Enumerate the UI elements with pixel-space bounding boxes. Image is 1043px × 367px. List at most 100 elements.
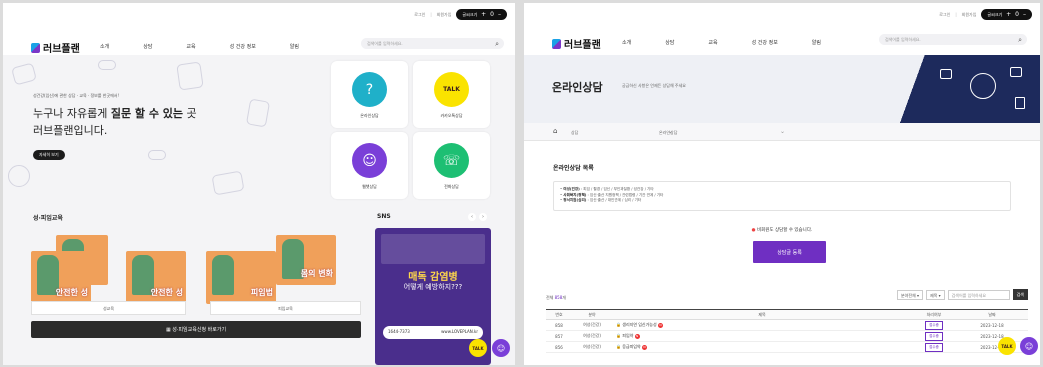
edu-section-title: 성·피임교육 bbox=[33, 215, 63, 222]
webchat-counsel-card[interactable]: ☺ 웹챗상담 bbox=[331, 132, 408, 199]
question-chat-icon: ? bbox=[352, 72, 387, 107]
headset-icon bbox=[970, 73, 996, 99]
nav-about[interactable]: 소개 bbox=[100, 43, 109, 50]
new-badge-icon: N bbox=[634, 333, 640, 339]
font-minus-button-2[interactable]: – bbox=[1023, 11, 1026, 18]
phone-counsel-card[interactable]: ☏ 전화상담 bbox=[413, 132, 490, 199]
nav-notice[interactable]: 알림 bbox=[290, 43, 299, 50]
search-input-2[interactable]: 검색어를 입력하세요. ⌕ bbox=[879, 34, 1027, 45]
lock-icon: 🔒 bbox=[616, 344, 621, 349]
main-nav: 소개 상담 교육 성 건강 정보 알림 bbox=[100, 43, 299, 50]
list-search-input[interactable]: 검색어를 입력하세요 bbox=[947, 289, 1010, 300]
hero-headline: 누구나 자유롭게 질문 할 수 있는 곳 러브플랜입니다. bbox=[33, 107, 197, 137]
join-link[interactable]: 회원가입 bbox=[437, 12, 452, 18]
chat-doodle-icon-2 bbox=[211, 170, 245, 196]
kakaotalk-float-button[interactable]: TALK bbox=[469, 339, 487, 357]
font-minus-button[interactable]: – bbox=[498, 11, 501, 18]
main-nav-2: 소개 상담 교육 성 건강 정보 알림 bbox=[622, 39, 821, 46]
lower-section: 성·피임교육 안전한 성 안전한 성 몸의 변화 피임법 성교육 피임교육 ▦ … bbox=[3, 203, 515, 365]
lock-icon: 🔒 bbox=[616, 333, 621, 338]
banner-illustration bbox=[900, 55, 1040, 123]
font-size-control-2: 글씨크기 + 0 – bbox=[981, 9, 1032, 20]
nav-counsel-2[interactable]: 상담 bbox=[665, 39, 674, 46]
chatbot-float-icon-2[interactable]: ☺ bbox=[1020, 337, 1038, 355]
kakaotalk-float-button-2[interactable]: TALK bbox=[998, 337, 1016, 355]
person-illustration-icon bbox=[212, 255, 234, 295]
font-reset-button-2[interactable]: 0 bbox=[1015, 11, 1019, 18]
contraception-education-label[interactable]: 피임교육 bbox=[210, 301, 361, 315]
status-badge: 접수중 bbox=[925, 331, 943, 341]
login-link[interactable]: 로그인 bbox=[414, 12, 425, 18]
nav-education[interactable]: 교육 bbox=[186, 43, 195, 50]
status-badge: 접수중 bbox=[925, 320, 943, 330]
table-row[interactable]: 858 여성(건강) 🔒 생리지연 임신가능성 N 접수중 2023-12-18 bbox=[546, 319, 1028, 331]
home-page-window: 로그인 | 회원가입 글씨크기 + 0 – 러브플랜 소개 상담 교육 성 건강… bbox=[3, 3, 515, 365]
utility-bar-2: 로그인 | 회원가입 글씨크기 + 0 – bbox=[939, 9, 1032, 20]
logo-mark-icon bbox=[552, 38, 561, 49]
pill-doodle-icon bbox=[98, 60, 116, 70]
category-info-box: • 여성(건강) : 피임 / 월경 / 임신 / 부인과질환 / 성건강 / … bbox=[553, 181, 1011, 211]
kakaotalk-counsel-card[interactable]: TALK 카카오톡상담 bbox=[413, 61, 490, 128]
search-input[interactable]: 검색어를 입력하세요. ⌕ bbox=[361, 38, 504, 49]
list-title: 온라인상담 목록 bbox=[553, 165, 594, 172]
search-icon[interactable]: ⌕ bbox=[1018, 36, 1022, 45]
phone-icon: ☏ bbox=[434, 143, 469, 178]
at-doodle-icon bbox=[8, 165, 30, 187]
category-select[interactable]: 분야전체 ▾ bbox=[896, 289, 923, 300]
table-row[interactable]: 856 여성(건강) 🔒 응급피임약 N 접수중 2023-12-17 bbox=[546, 341, 1028, 353]
nav-about-2[interactable]: 소개 bbox=[622, 39, 631, 46]
site-logo-2[interactable]: 러브플랜 bbox=[552, 36, 601, 51]
new-badge-icon: N bbox=[641, 344, 647, 350]
page-title: 온라인상담 bbox=[552, 81, 603, 94]
edu-books: 안전한 성 안전한 성 몸의 변화 피임법 bbox=[31, 233, 361, 304]
chat-bubble-icon bbox=[940, 69, 952, 79]
total-count: 전체 858개 bbox=[546, 295, 566, 300]
logo-mark-icon bbox=[31, 42, 40, 53]
table-row[interactable]: 857 여성(건강) 🔒 피임약 N 접수중 2023-12-18 bbox=[546, 330, 1028, 342]
page-banner: 온라인상담 궁금하신 사항은 언제든 상담해 주세요 bbox=[524, 55, 1040, 123]
new-badge-icon: N bbox=[657, 322, 663, 328]
chatbot-float-icon[interactable]: ☺ bbox=[492, 339, 510, 357]
breadcrumb-counsel[interactable]: 상담 bbox=[571, 130, 578, 136]
hero-subtitle: 성건강(임신)에 관한 상담 · 교육 · 정보를 한곳에서! bbox=[33, 93, 120, 98]
smile-chat-icon: ☺ bbox=[352, 143, 387, 178]
more-button[interactable]: 자세히 보기 bbox=[33, 150, 65, 160]
lock-icon: 🔒 bbox=[616, 322, 621, 327]
list-search-button[interactable]: 검색 bbox=[1012, 289, 1028, 300]
font-reset-button[interactable]: 0 bbox=[490, 11, 494, 18]
breadcrumb-online-counsel[interactable]: 온라인상담 bbox=[659, 130, 677, 136]
sns-next-button[interactable]: › bbox=[479, 213, 487, 221]
nav-health-info-2[interactable]: 성 건강 정보 bbox=[752, 39, 778, 46]
nav-notice-2[interactable]: 알림 bbox=[812, 39, 821, 46]
site-logo[interactable]: 러브플랜 bbox=[31, 40, 80, 55]
sns-arrows: ‹ › bbox=[468, 213, 487, 221]
sns-section-title: SNS bbox=[377, 213, 391, 220]
chat-doodle-icon bbox=[11, 62, 37, 86]
search-icon[interactable]: ⌕ bbox=[495, 40, 499, 49]
contraception-education-book[interactable]: 몸의 변화 피임법 bbox=[206, 233, 361, 304]
nav-counsel[interactable]: 상담 bbox=[143, 43, 152, 50]
pill-doodle-icon-2 bbox=[148, 150, 166, 160]
utility-bar: 로그인 | 회원가입 글씨크기 + 0 – bbox=[414, 9, 507, 20]
kakaotalk-icon: TALK bbox=[434, 72, 469, 107]
font-plus-button-2[interactable]: + bbox=[1006, 11, 1011, 18]
document-doodle-icon bbox=[176, 61, 204, 91]
font-size-control: 글씨크기 + 0 – bbox=[456, 9, 507, 20]
chevron-down-icon-2[interactable]: ⌄ bbox=[780, 128, 785, 135]
login-link-2[interactable]: 로그인 bbox=[939, 12, 950, 18]
sex-education-book[interactable]: 안전한 성 안전한 성 bbox=[31, 233, 186, 304]
field-select[interactable]: 제목 ▾ bbox=[925, 289, 945, 300]
nav-education-2[interactable]: 교육 bbox=[708, 39, 717, 46]
join-link-2[interactable]: 회원가입 bbox=[962, 12, 977, 18]
document-icon bbox=[1015, 97, 1025, 109]
guest-note: ● 비회원도 상담할 수 있습니다. bbox=[751, 228, 813, 233]
online-counsel-card[interactable]: ? 온라인상담 bbox=[331, 61, 408, 128]
chat-bubble-icon-2 bbox=[1010, 67, 1022, 77]
sns-prev-button[interactable]: ‹ bbox=[468, 213, 476, 221]
sex-education-label[interactable]: 성교육 bbox=[31, 301, 186, 315]
edu-apply-button[interactable]: ▦ 성·피임교육신청 바로가기 bbox=[31, 321, 361, 338]
font-plus-button[interactable]: + bbox=[481, 11, 486, 18]
register-post-button[interactable]: 상담글 등록 bbox=[753, 241, 826, 263]
nav-health-info[interactable]: 성 건강 정보 bbox=[230, 43, 256, 50]
home-icon[interactable]: ⌂ bbox=[553, 127, 557, 135]
